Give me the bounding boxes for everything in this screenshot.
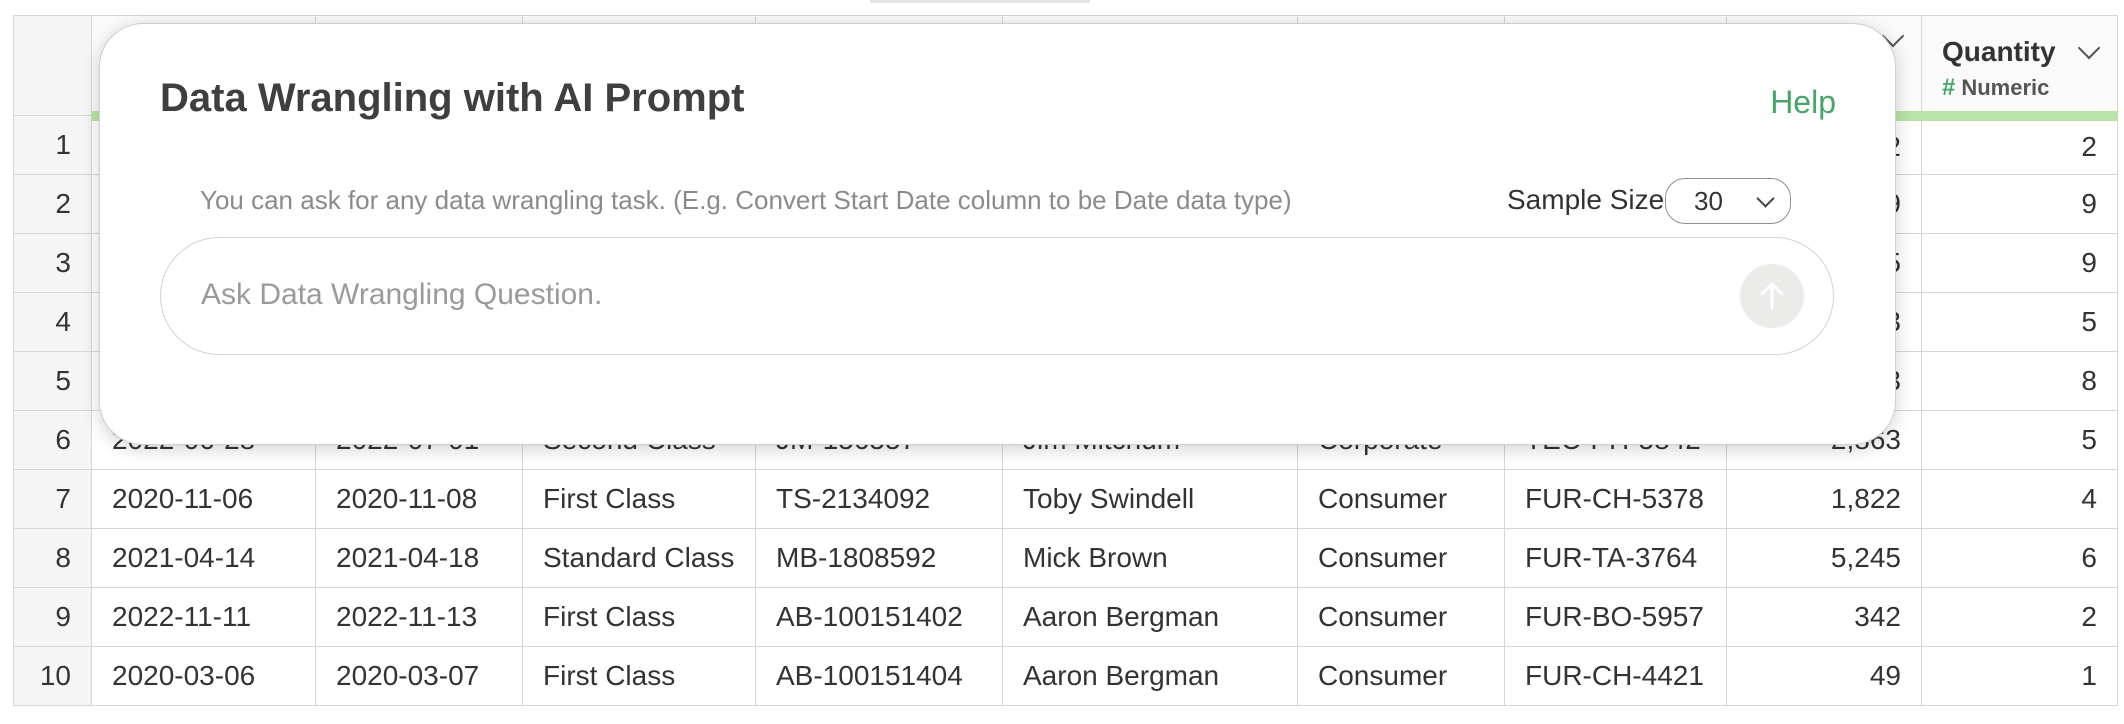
table-cell[interactable]: 5 [1921, 410, 2118, 470]
table-cell[interactable]: 342 [1726, 587, 1922, 647]
sample-size-value: 30 [1694, 186, 1723, 216]
table-cell[interactable]: 8 [1921, 351, 2118, 411]
row-number: 9 [13, 587, 92, 647]
sample-size-select[interactable]: 30 [1665, 178, 1791, 224]
table-cell[interactable]: 5,245 [1726, 528, 1922, 588]
table-cell[interactable]: FUR-CH-5378 [1504, 469, 1727, 529]
help-link[interactable]: Help [1770, 84, 1836, 121]
table-cell[interactable]: First Class [522, 646, 756, 706]
table-cell[interactable]: 2020-11-06 [91, 469, 316, 529]
table-cell[interactable]: Toby Swindell [1002, 469, 1298, 529]
row-number: 2 [13, 174, 92, 234]
question-input[interactable]: Ask Data Wrangling Question. [160, 237, 1834, 355]
corner-cell [13, 15, 92, 116]
table-row[interactable]: 8 2021-04-14 2021-04-18 Standard Class MB-18… [13, 528, 2118, 588]
dialog-title: Data Wrangling with AI Prompt [160, 76, 745, 120]
table-cell[interactable]: Standard Class [522, 528, 756, 588]
table-cell[interactable]: Aaron Bergman [1002, 646, 1298, 706]
table-cell[interactable]: Aaron Bergman [1002, 587, 1298, 647]
hint-text: You can ask for any data wrangling task.… [200, 185, 1292, 215]
table-cell[interactable]: 6 [1921, 528, 2118, 588]
arrow-up-icon [1760, 282, 1784, 310]
column-header-quantity[interactable]: Quantity # Numeric [1921, 15, 2118, 121]
table-cell[interactable]: MB-1808592 [755, 528, 1003, 588]
ai-prompt-dialog: Data Wrangling with AI Prompt Help You c… [99, 23, 1896, 445]
table-cell[interactable]: First Class [522, 469, 756, 529]
top-scroll-indicator[interactable] [870, 0, 1090, 3]
table-cell[interactable]: Consumer [1297, 528, 1505, 588]
table-cell[interactable]: TS-2134092 [755, 469, 1003, 529]
table-cell[interactable]: 2021-04-18 [315, 528, 523, 588]
table-cell[interactable]: 2022-11-13 [315, 587, 523, 647]
table-cell[interactable]: 9 [1921, 233, 2118, 293]
table-cell[interactable]: 4 [1921, 469, 2118, 529]
table-cell[interactable]: Consumer [1297, 646, 1505, 706]
table-cell[interactable]: FUR-TA-3764 [1504, 528, 1727, 588]
row-number: 8 [13, 528, 92, 588]
table-row[interactable]: 10 2020-03-06 2020-03-07 First Class AB-1001… [13, 646, 2118, 706]
column-name: Quantity [1942, 36, 2056, 67]
row-number: 1 [13, 115, 92, 175]
table-cell[interactable]: FUR-CH-4421 [1504, 646, 1727, 706]
chevron-down-icon[interactable] [2077, 36, 2101, 60]
row-number: 6 [13, 410, 92, 470]
table-cell[interactable]: 2022-11-11 [91, 587, 316, 647]
table-cell[interactable]: Consumer [1297, 469, 1505, 529]
table-cell[interactable]: 2 [1921, 587, 2118, 647]
table-cell[interactable]: 2 [1921, 115, 2118, 175]
table-cell[interactable]: 1 [1921, 646, 2118, 706]
table-cell[interactable]: 2020-11-08 [315, 469, 523, 529]
table-cell[interactable]: 2020-03-07 [315, 646, 523, 706]
chevron-down-icon [1756, 189, 1775, 208]
table-cell[interactable]: 2021-04-14 [91, 528, 316, 588]
table-cell[interactable]: 9 [1921, 174, 2118, 234]
table-cell[interactable]: 5 [1921, 292, 2118, 352]
sample-size-label: Sample Size [1507, 184, 1665, 215]
column-type-label: Numeric [1961, 75, 2050, 100]
table-cell[interactable]: AB-100151404 [755, 646, 1003, 706]
row-number: 7 [13, 469, 92, 529]
table-row[interactable]: 9 2022-11-11 2022-11-13 First Class AB-10015… [13, 587, 2118, 647]
table-cell[interactable]: 49 [1726, 646, 1922, 706]
table-cell[interactable]: FUR-BO-5957 [1504, 587, 1727, 647]
table-row[interactable]: 7 2020-11-06 2020-11-08 First Class TS-21340… [13, 469, 2118, 529]
row-number: 3 [13, 233, 92, 293]
column-type: # Numeric [1942, 74, 2097, 102]
table-cell[interactable]: First Class [522, 587, 756, 647]
table-cell[interactable]: Consumer [1297, 587, 1505, 647]
numeric-hash-icon: # [1942, 74, 1956, 101]
row-number: 4 [13, 292, 92, 352]
table-cell[interactable]: 2020-03-06 [91, 646, 316, 706]
row-number: 5 [13, 351, 92, 411]
table-cell[interactable]: AB-100151402 [755, 587, 1003, 647]
row-number: 10 [13, 646, 92, 706]
table-cell[interactable]: 1,822 [1726, 469, 1922, 529]
table-cell[interactable]: Mick Brown [1002, 528, 1298, 588]
send-button[interactable] [1740, 264, 1804, 328]
